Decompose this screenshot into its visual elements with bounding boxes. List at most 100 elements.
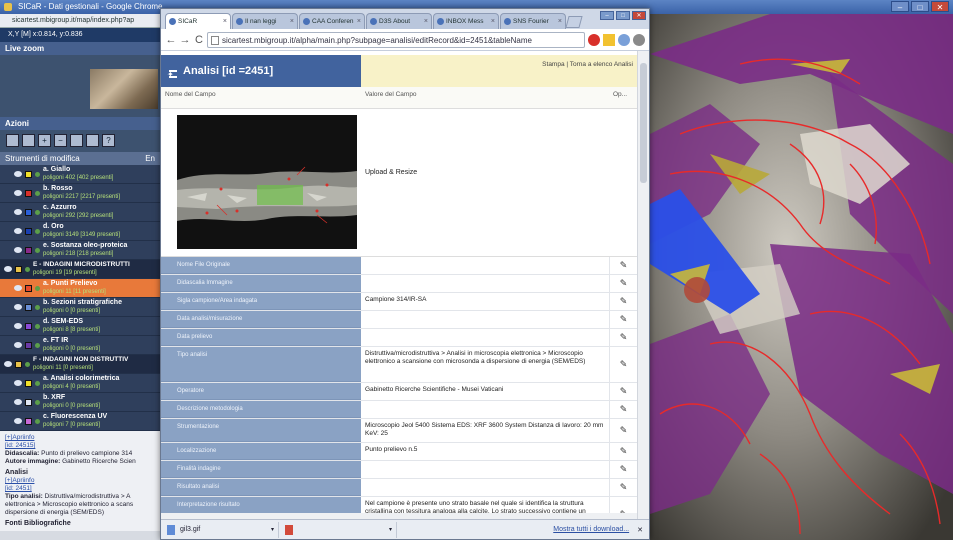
downloads-close-icon[interactable]: ✕ — [637, 526, 649, 534]
layer-item[interactable]: b. XRF poligoni 0 [0 presenti] — [0, 393, 160, 412]
edit-pencil-icon[interactable]: ✎ — [609, 479, 637, 496]
pan-tool-icon[interactable] — [22, 134, 35, 147]
layer-item[interactable]: a. Giallo poligoni 402 [402 presenti] — [0, 165, 160, 184]
edit-pencil-icon[interactable]: ✎ — [609, 347, 637, 382]
vertical-scrollbar[interactable] — [637, 51, 649, 521]
layer-item[interactable]: a. Punti Prelievo poligoni 11 [11 present… — [0, 279, 160, 298]
edit-pencil-icon[interactable]: ✎ — [609, 293, 637, 310]
visibility-eye-icon[interactable] — [14, 418, 22, 424]
edit-pencil-icon[interactable]: ✎ — [609, 443, 637, 460]
visibility-eye-icon[interactable] — [14, 190, 22, 196]
layer-item[interactable]: d. SEM-EDS poligoni 8 [8 presenti] — [0, 317, 160, 336]
help-icon[interactable]: ? — [102, 134, 115, 147]
browser-tab[interactable]: D3S About × — [366, 13, 432, 29]
visibility-eye-icon[interactable] — [14, 209, 22, 215]
info-id-link[interactable]: [id: 24515] — [5, 442, 155, 450]
tab-close-icon[interactable]: × — [558, 14, 562, 29]
scrollbar-thumb[interactable] — [640, 63, 647, 183]
download-item[interactable]: gil3.gif ▾ — [161, 521, 279, 538]
bg-address-bar[interactable]: sicartest.mbigroup.it/map/index.php?ap — [0, 14, 160, 28]
layer-item[interactable]: a. Analisi colorimetrica poligoni 4 [0 pr… — [0, 374, 160, 393]
record-top-links[interactable]: Stampa | Torna a elenco Analisi — [361, 55, 637, 87]
zoom-in-icon[interactable]: + — [38, 134, 51, 147]
show-all-downloads-link[interactable]: Mostra tutti i download... — [553, 526, 637, 533]
extension-icon[interactable] — [588, 33, 600, 46]
layers-icon[interactable] — [70, 134, 83, 147]
forward-arrow-icon[interactable]: → — [179, 34, 191, 46]
download-menu-arrow-icon[interactable]: ▾ — [389, 526, 392, 533]
fresco-image-map[interactable] — [650, 14, 953, 540]
layer-item[interactable]: b. Rosso poligoni 2217 [2217 presenti] — [0, 184, 160, 203]
tab-close-icon[interactable]: × — [290, 14, 294, 29]
minimize-button[interactable]: – — [891, 1, 909, 12]
layer-item[interactable]: E - INDAGINI MICRODISTRUTTI poligoni 19 [… — [0, 260, 160, 279]
annotated-fresco[interactable] — [650, 14, 953, 540]
tab-close-icon[interactable]: × — [223, 14, 227, 29]
layer-item[interactable]: F - INDAGINI NON DISTRUTTIV poligoni 11 [… — [0, 355, 160, 374]
browser-close-button[interactable]: ✕ — [632, 11, 646, 20]
edit-pencil-icon[interactable]: ✎ — [609, 329, 637, 346]
layer-item[interactable]: b. Sezioni stratigrafiche poligoni 0 [0 p… — [0, 298, 160, 317]
bookmark-star-icon[interactable] — [603, 33, 615, 46]
edit-icon[interactable] — [86, 134, 99, 147]
new-tab-button[interactable] — [565, 16, 583, 28]
select-tool-icon[interactable] — [6, 134, 19, 147]
layer-item[interactable]: c. Fluorescenza UV poligoni 7 [0 presenti… — [0, 412, 160, 431]
visibility-eye-icon[interactable] — [14, 285, 22, 291]
sem-sample-image[interactable] — [177, 115, 357, 249]
zoom-out-icon[interactable]: − — [54, 134, 67, 147]
layer-item[interactable]: e. FT IR poligoni 0 [0 presenti] — [0, 336, 160, 355]
tab-close-icon[interactable]: × — [357, 14, 361, 29]
visibility-eye-icon[interactable] — [14, 247, 22, 253]
download-item[interactable]: ▾ — [279, 521, 397, 538]
edit-pencil-icon[interactable]: ✎ — [609, 275, 637, 292]
visibility-eye-icon[interactable] — [14, 323, 22, 329]
app-icon — [4, 3, 12, 11]
upload-resize-link[interactable]: Upload & Resize — [361, 109, 609, 256]
layer-item[interactable]: e. Sostanza oleo-proteica poligoni 218 [2… — [0, 241, 160, 260]
visibility-eye-icon[interactable] — [14, 380, 22, 386]
visibility-eye-icon[interactable] — [4, 361, 12, 367]
edit-pencil-icon[interactable]: ✎ — [609, 311, 637, 328]
info-open-link[interactable]: [+]Apriinfo — [5, 434, 155, 442]
layer-list: a. Giallo poligoni 402 [402 presenti] b. R… — [0, 165, 160, 431]
layer-name: c. Fluorescenza UV — [43, 413, 108, 420]
tab-close-icon[interactable]: × — [424, 14, 428, 29]
tab-close-icon[interactable]: × — [491, 14, 495, 29]
wrench-icon[interactable] — [633, 33, 645, 46]
edit-pencil-icon[interactable]: ✎ — [609, 419, 637, 442]
record-title: Analisi [id =2451] — [183, 65, 274, 77]
page-menu-icon[interactable] — [618, 33, 630, 46]
analysis-id-link[interactable]: [id: 2451] — [5, 485, 155, 493]
browser-tab[interactable]: Il nan leggi × — [232, 13, 298, 29]
edit-pencil-icon[interactable]: ✎ — [609, 257, 637, 274]
analysis-open-link[interactable]: [+]Apriinfo — [5, 477, 155, 485]
back-arrow-icon[interactable]: ← — [165, 34, 177, 46]
edit-pencil-icon[interactable]: ✎ — [609, 401, 637, 418]
field-value: Gabinetto Ricerche Scientifiche - Musei … — [365, 386, 504, 393]
url-input[interactable]: sicartest.mbigroup.it/alpha/main.php?sub… — [207, 31, 585, 48]
layer-status-dot-icon — [35, 171, 40, 177]
maximize-button[interactable]: □ — [911, 1, 929, 12]
browser-minimize-button[interactable]: – — [600, 11, 614, 20]
download-menu-arrow-icon[interactable]: ▾ — [271, 526, 274, 533]
layer-item[interactable]: d. Oro poligoni 3149 [3149 presenti] — [0, 222, 160, 241]
field-value: Campione 314/IR-SA — [365, 296, 427, 303]
browser-maximize-button[interactable]: □ — [616, 11, 630, 20]
edit-pencil-icon[interactable]: ✎ — [609, 383, 637, 400]
browser-tab[interactable]: SICaR × — [165, 13, 231, 29]
visibility-eye-icon[interactable] — [14, 304, 22, 310]
close-button[interactable]: ✕ — [931, 1, 949, 12]
visibility-eye-icon[interactable] — [4, 266, 12, 272]
browser-tab[interactable]: INBOX Mess × — [433, 13, 499, 29]
edit-pencil-icon[interactable]: ✎ — [609, 461, 637, 478]
browser-tab[interactable]: SNS Fourier × — [500, 13, 566, 29]
browser-tab[interactable]: CAA Conferen × — [299, 13, 365, 29]
visibility-eye-icon[interactable] — [14, 399, 22, 405]
visibility-eye-icon[interactable] — [14, 171, 22, 177]
layer-item[interactable]: c. Azzurro poligoni 292 [292 presenti] — [0, 203, 160, 222]
tools-right-label[interactable]: En — [145, 154, 155, 163]
reload-icon[interactable]: C — [193, 34, 205, 46]
visibility-eye-icon[interactable] — [14, 228, 22, 234]
visibility-eye-icon[interactable] — [14, 342, 22, 348]
